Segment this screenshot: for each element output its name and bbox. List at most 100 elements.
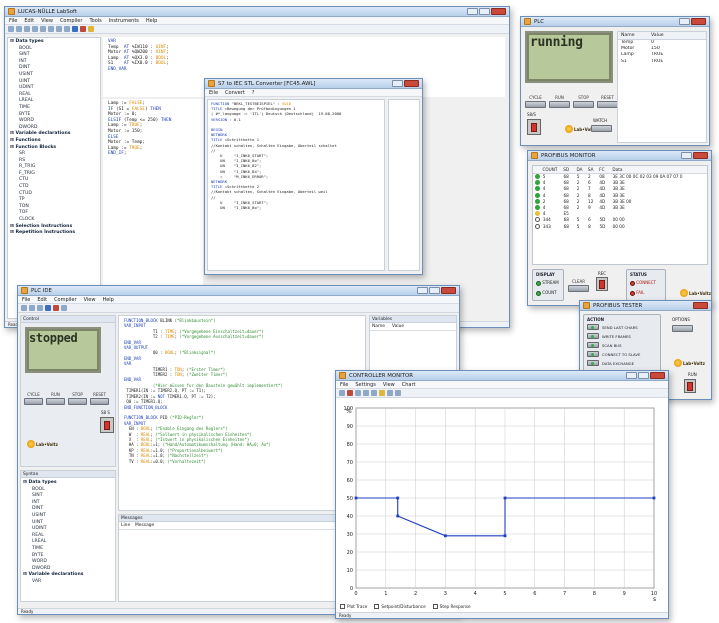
tree-item[interactable]: R_TRIG	[10, 164, 98, 171]
menu-convert[interactable]: Convert	[225, 90, 245, 96]
tester-action[interactable]: SCAN BUS	[587, 341, 657, 349]
pm-frame-row[interactable]: 343 68 5 8 5D 00 00	[533, 223, 707, 230]
tree-item[interactable]: CTD	[10, 184, 98, 191]
tree-item[interactable]: USINT	[23, 513, 113, 520]
close-button[interactable]	[491, 8, 506, 15]
run-button[interactable]: RUN	[46, 392, 65, 405]
watch-button[interactable]	[591, 125, 612, 132]
tree-item[interactable]: SR	[10, 151, 98, 158]
zoom-icon[interactable]	[371, 390, 377, 396]
menu-chart[interactable]: Chart	[402, 382, 416, 388]
menu-instruments[interactable]: Instruments	[109, 18, 139, 24]
menu-file[interactable]: Eile	[209, 90, 218, 96]
rec-switch[interactable]	[596, 277, 608, 291]
close-button[interactable]	[693, 152, 708, 159]
tester-action[interactable]: DATA EXCHANGE	[587, 359, 657, 367]
export-icon[interactable]	[387, 390, 393, 396]
stop-icon[interactable]	[61, 305, 67, 311]
action-button[interactable]	[587, 342, 599, 348]
tree-item[interactable]: LREAL	[10, 98, 98, 105]
cycle-button[interactable]: CYCLE	[525, 95, 546, 108]
tree-item[interactable]: UDINT	[23, 526, 113, 533]
options-button[interactable]	[672, 325, 693, 332]
tree-group[interactable]: ⊞ Data types	[10, 39, 98, 46]
tree-item[interactable]: VAR	[23, 579, 113, 586]
minimize-button[interactable]	[679, 18, 690, 25]
menu-edit[interactable]: Edit	[24, 18, 34, 24]
close-button[interactable]	[441, 287, 456, 294]
minimize-button[interactable]	[392, 80, 403, 87]
count-option[interactable]: COUNT	[536, 290, 557, 296]
maximize-button[interactable]	[479, 8, 490, 15]
tree-group[interactable]: ⊞ Repetition Instructions	[10, 230, 98, 237]
menu-file[interactable]: File	[340, 382, 348, 388]
iec-output-editor[interactable]	[388, 99, 420, 271]
tree-group[interactable]: ⊞ Variable declarations	[10, 131, 98, 138]
minimize-button[interactable]	[626, 372, 637, 379]
tree-item[interactable]: WORD	[10, 118, 98, 125]
tree-item[interactable]: DINT	[23, 506, 113, 513]
run-stop-switch[interactable]	[527, 119, 541, 135]
cut-icon[interactable]	[32, 26, 38, 32]
grid-icon[interactable]	[363, 390, 369, 396]
tree-item[interactable]: TIME	[10, 105, 98, 112]
menu-compiler[interactable]: Compiler	[60, 18, 83, 24]
tree-item[interactable]: TP	[10, 197, 98, 204]
stop-button[interactable]: STOP	[68, 392, 87, 405]
menu-edit[interactable]: Edit	[37, 297, 47, 303]
record-icon[interactable]	[355, 390, 361, 396]
menu-file[interactable]: File	[22, 297, 30, 303]
tester-action[interactable]: CONNECT TO SLAVE	[587, 350, 657, 358]
pan-icon[interactable]	[379, 390, 385, 396]
minimize-button[interactable]	[681, 152, 692, 159]
download-icon[interactable]	[53, 305, 59, 311]
reset-button[interactable]: RESET	[597, 95, 618, 108]
menu-view[interactable]: View	[41, 18, 53, 24]
compile-icon[interactable]	[45, 305, 51, 311]
paste-icon[interactable]	[48, 26, 54, 32]
download-icon[interactable]	[80, 26, 86, 32]
tree-item[interactable]: USINT	[10, 72, 98, 79]
save-icon[interactable]	[37, 305, 43, 311]
help-icon[interactable]	[88, 26, 94, 32]
menu-help[interactable]: ?	[252, 90, 255, 96]
menu-settings[interactable]: Settings	[355, 382, 376, 388]
tree-item[interactable]: SINT	[23, 493, 113, 500]
minimize-button[interactable]	[417, 287, 428, 294]
new-icon[interactable]	[8, 26, 14, 32]
tree-item[interactable]: TIME	[23, 546, 113, 553]
save-icon[interactable]	[24, 26, 30, 32]
close-button[interactable]	[650, 372, 665, 379]
menu-view[interactable]: View	[84, 297, 96, 303]
menu-view[interactable]: View	[383, 382, 395, 388]
tree-item[interactable]: SINT	[10, 52, 98, 59]
compile-icon[interactable]	[72, 26, 78, 32]
tree-group[interactable]: ⊞ Functions	[10, 138, 98, 145]
action-button[interactable]	[587, 324, 599, 330]
minimize-button[interactable]	[467, 8, 478, 15]
delete-icon[interactable]	[347, 390, 353, 396]
stream-option[interactable]: STREAM	[536, 280, 559, 286]
new-icon[interactable]	[21, 305, 27, 311]
close-button[interactable]	[693, 302, 708, 309]
maximize-button[interactable]	[429, 287, 440, 294]
menu-help[interactable]: Help	[146, 18, 157, 24]
menu-tools[interactable]: Tools	[89, 18, 101, 24]
menu-file[interactable]: File	[9, 18, 17, 24]
tree-item[interactable]: UDINT	[10, 85, 98, 92]
action-button[interactable]	[587, 351, 599, 357]
copy-icon[interactable]	[40, 26, 46, 32]
code-editor-bottom[interactable]: Lamp := FALSE; IF (S1 = FALSE) THEN Motor …	[103, 99, 203, 314]
action-button[interactable]	[587, 333, 599, 339]
maximize-button[interactable]	[638, 372, 649, 379]
clear-button[interactable]: CLEAR	[568, 279, 589, 292]
s7-source-editor[interactable]: FUNCTION "BEKL_TESTBEISPIEL" : VOID TITLE…	[207, 99, 385, 271]
run-switch[interactable]	[684, 379, 696, 393]
fit-icon[interactable]	[395, 390, 401, 396]
tree-item[interactable]: LREAL	[23, 539, 113, 546]
ide-code-editor[interactable]: FUNCTION_BLOCK BLINK (*Blinkbaustein*) VA…	[118, 315, 366, 511]
undo-icon[interactable]	[56, 26, 62, 32]
stop-button[interactable]: STOP	[573, 95, 594, 108]
reset-button[interactable]: RESET	[90, 392, 109, 405]
open-icon[interactable]	[29, 305, 35, 311]
